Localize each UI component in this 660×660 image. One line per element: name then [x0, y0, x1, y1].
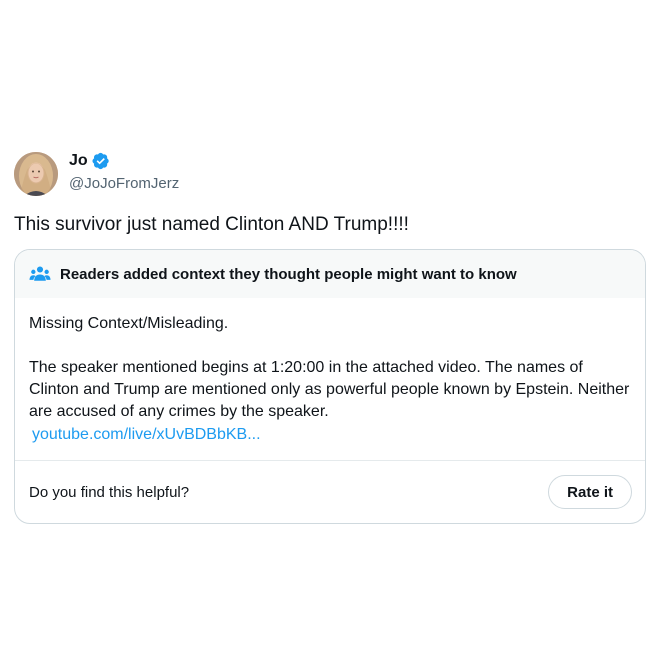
note-summary: Missing Context/Misleading.	[29, 315, 229, 332]
handle[interactable]: @JoJoFromJerz	[69, 175, 179, 192]
tweet-header: Jo @JoJoFromJerz	[14, 150, 646, 200]
tweet-text: This survivor just named Clinton AND Tru…	[14, 214, 409, 235]
note-detail: The speaker mentioned begins at 1:20:00 …	[29, 359, 630, 420]
avatar[interactable]	[14, 152, 58, 196]
people-icon	[29, 266, 51, 281]
helpful-question: Do you find this helpful?	[29, 483, 190, 501]
note-source-link[interactable]: youtube.com/live/xUvBDBbKB...	[32, 424, 261, 446]
community-note-footer: Do you find this helpful? Rate it	[15, 460, 645, 523]
community-note: Readers added context they thought peopl…	[14, 249, 646, 524]
tweet: Jo @JoJoFromJerz This survivor just name…	[14, 150, 646, 524]
display-name[interactable]: Jo	[69, 152, 88, 170]
community-note-body: Missing Context/Misleading. The speaker …	[15, 298, 645, 460]
community-note-header: Readers added context they thought peopl…	[15, 250, 645, 298]
author-names: Jo @JoJoFromJerz	[69, 150, 179, 192]
verified-badge-icon	[92, 152, 109, 170]
rate-it-button[interactable]: Rate it	[548, 475, 632, 509]
display-name-row: Jo	[69, 150, 179, 172]
community-note-title: Readers added context they thought peopl…	[60, 265, 517, 283]
